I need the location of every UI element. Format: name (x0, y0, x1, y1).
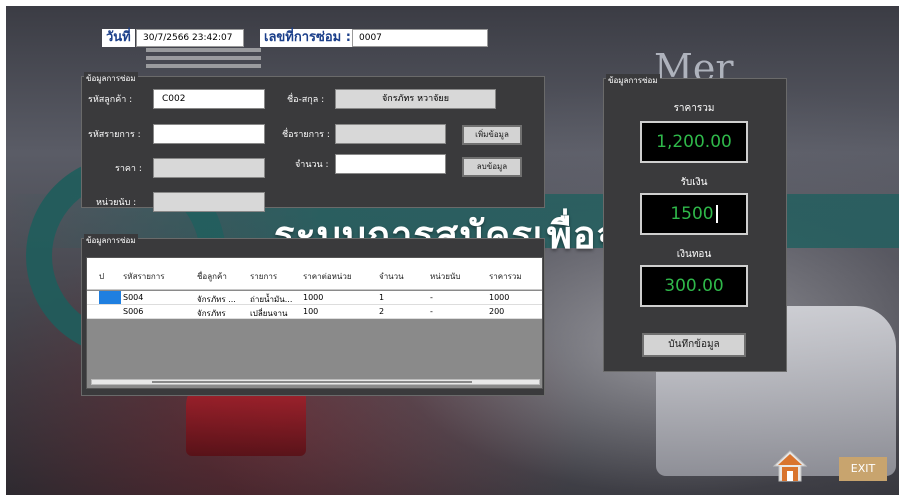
repair-info-group: ข้อมูลการซ่อม รหัสลูกค้า : C002 ชื่อ-สกุ… (81, 72, 545, 212)
save-button[interactable]: บันทึกข้อมูล (642, 333, 746, 357)
received-label: รับเงิน (680, 177, 708, 188)
cell-total: 200 (489, 307, 505, 316)
cell-unit-price: 100 (303, 307, 319, 316)
total-display: 1,200.00 (640, 121, 748, 163)
group-title: ข้อมูลการซ่อม (606, 74, 660, 87)
delete-item-button[interactable]: ลบข้อมูล (462, 157, 522, 177)
price-label: ราคา : (115, 164, 142, 174)
unit-label: หน่วยนับ : (96, 198, 137, 208)
column-header[interactable]: ป (99, 270, 104, 283)
table-header: ป รหัสรายการ ชื่อลูกค้า รายการ ราคาต่อหน… (87, 258, 542, 290)
column-header[interactable]: ราคาต่อหน่วย (303, 270, 352, 283)
item-name-label: ชื่อรายการ : (282, 130, 330, 140)
repair-list-group: ข้อมูลการซ่อม ป รหัสรายการ ชื่อลูกค้า รา… (81, 234, 545, 396)
payment-group: ข้อมูลการซ่อม ราคารวม 1,200.00 รับเงิน 1… (603, 74, 787, 372)
background-stripe (146, 64, 261, 68)
cell-customer: จักรภัทร (197, 309, 226, 318)
cell-item: เปลี่ยนจาน (250, 309, 288, 318)
column-header[interactable]: จำนวน (379, 270, 404, 283)
cell-total: 1000 (489, 293, 510, 302)
price-input[interactable] (153, 158, 265, 178)
customer-code-label: รหัสลูกค้า : (88, 95, 133, 105)
column-header[interactable]: รหัสรายการ (123, 270, 165, 283)
quantity-label: จำนวน : (295, 160, 329, 170)
row-selector[interactable] (99, 291, 121, 304)
home-icon[interactable] (772, 448, 808, 484)
cell-code: S004 (123, 293, 144, 302)
table-row[interactable]: S004 จักรภัทร ... ถ่ายน้ำมัน... 1000 1 -… (87, 291, 542, 305)
repair-number-label: เลขที่การซ่อม : (260, 29, 355, 47)
date-label: วันที่ (102, 29, 135, 47)
change-display: 300.00 (640, 265, 748, 307)
cell-qty: 1 (379, 293, 385, 302)
table-row[interactable]: S006 จักรภัทร เปลี่ยนจาน 100 2 - 200 (87, 305, 542, 319)
repair-table[interactable]: ป รหัสรายการ ชื่อลูกค้า รายการ ราคาต่อหน… (86, 257, 543, 389)
cell-qty: 2 (379, 307, 385, 316)
background-stripe (146, 56, 261, 60)
column-header[interactable]: หน่วยนับ (430, 270, 460, 283)
exit-button[interactable]: EXIT (839, 457, 887, 481)
horizontal-scrollbar[interactable] (91, 379, 540, 385)
scrollbar-thumb[interactable] (152, 381, 472, 383)
item-code-input[interactable] (153, 124, 265, 144)
fullname-label: ชื่อ-สกุล : (287, 95, 325, 105)
item-code-label: รหัสรายการ : (88, 130, 141, 140)
received-input[interactable]: 1500 (640, 193, 748, 235)
add-item-button[interactable]: เพิ่มข้อมูล (462, 125, 522, 145)
background-stripe (146, 48, 261, 52)
item-name-input[interactable] (335, 124, 446, 144)
total-label: ราคารวม (673, 103, 715, 114)
cell-unit-price: 1000 (303, 293, 324, 302)
cell-unit: - (430, 307, 433, 316)
date-display: 30/7/2566 23:42:07 (136, 29, 244, 47)
column-header[interactable]: ชื่อลูกค้า (197, 270, 227, 283)
received-value: 1500 (670, 204, 714, 224)
group-title: ข้อมูลการซ่อม (84, 234, 138, 247)
customer-code-input[interactable]: C002 (153, 89, 265, 109)
column-header[interactable]: ราคารวม (489, 270, 522, 283)
column-header[interactable]: รายการ (250, 270, 277, 283)
quantity-input[interactable] (335, 154, 446, 174)
unit-input[interactable] (153, 192, 265, 212)
cell-unit: - (430, 293, 433, 302)
text-caret (715, 205, 718, 223)
cell-code: S006 (123, 307, 144, 316)
group-title: ข้อมูลการซ่อม (84, 72, 138, 85)
app-window: Mer ระบบการสมัครเพื่อจัดการอู่ วันที่ 30… (6, 6, 899, 495)
repair-number-display: 0007 (352, 29, 488, 47)
change-label: เงินทอน (676, 249, 712, 260)
fullname-input[interactable]: จักรภัทร หวาจัยย (335, 89, 496, 109)
